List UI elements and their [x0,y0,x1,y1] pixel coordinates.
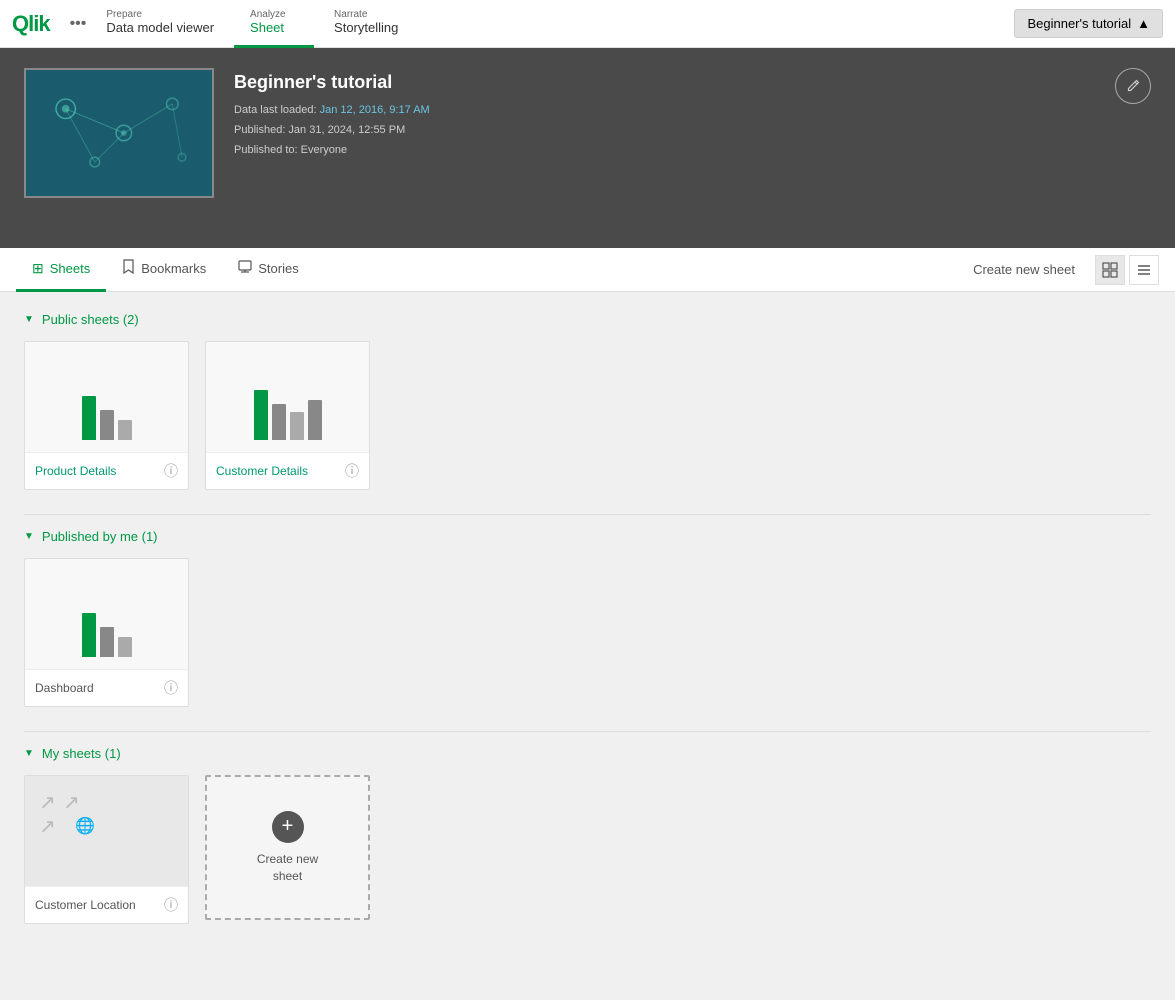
published-to: Published to: Everyone [234,141,430,161]
published-by-me-grid: Dashboard ⓘ [24,558,1151,707]
tab-stories[interactable]: Stories [222,248,314,292]
grid-icon [1102,262,1118,278]
sheet-name: Dashboard [35,681,94,695]
tab-bookmarks[interactable]: Bookmarks [106,248,222,292]
create-new-sheet-button[interactable]: Create new sheet [965,258,1083,281]
bar [82,613,96,657]
sheet-preview-product-details [25,342,188,452]
app-thumbnail [24,68,214,198]
sheet-footer-customer-details: Customer Details ⓘ [206,452,369,489]
nav-analyze[interactable]: Analyze Sheet [234,0,314,48]
sheets-icon: ⊞ [32,260,44,277]
content-area: ▼ Public sheets (2) Product Details ⓘ [0,292,1175,968]
my-sheets-grid: ↗ ↗ 🌐 ↗ Customer Location ⓘ + Create new… [24,775,1151,924]
info-icon[interactable]: ⓘ [164,895,178,915]
bar [82,396,96,440]
grid-view-button[interactable] [1095,255,1125,285]
bookmarks-icon [122,259,135,277]
section-my-sheets: ▼ My sheets (1) ↗ ↗ 🌐 ↗ Customer Locatio… [24,746,1151,924]
sheet-card-customer-location[interactable]: ↗ ↗ 🌐 ↗ Customer Location ⓘ [24,775,189,924]
chevron-down-icon: ▼ [24,531,34,542]
chevron-down-icon: ▼ [24,748,34,759]
more-options-icon[interactable]: ••• [70,15,87,33]
bar [100,410,114,440]
sheet-preview-dashboard [25,559,188,669]
section-header-my-sheets[interactable]: ▼ My sheets (1) [24,746,1151,761]
chevron-down-icon: ▼ [24,314,34,325]
nav-narrate[interactable]: Narrate Storytelling [318,0,414,48]
app-header: Beginner's tutorial Data last loaded: Ja… [0,48,1175,248]
tutorial-button[interactable]: Beginner's tutorial ▲ [1014,9,1163,38]
public-sheets-grid: Product Details ⓘ Customer Details ⓘ [24,341,1151,490]
tabs-bar: ⊞ Sheets Bookmarks Stories Create new sh… [0,248,1175,292]
list-icon [1136,262,1152,278]
bar [290,412,304,440]
bar [272,404,286,440]
sheet-card-customer-details[interactable]: Customer Details ⓘ [205,341,370,490]
sheet-preview-customer-location: ↗ ↗ 🌐 ↗ [25,776,188,886]
bar [118,420,132,440]
stories-icon [238,260,252,277]
sheet-card-product-details[interactable]: Product Details ⓘ [24,341,189,490]
export-icon-2: ↗ [63,790,80,815]
list-view-button[interactable] [1129,255,1159,285]
section-header-published-by-me[interactable]: ▼ Published by me (1) [24,529,1151,544]
plus-icon: + [272,811,304,843]
bar [254,390,268,440]
sheet-footer-product-details: Product Details ⓘ [25,452,188,489]
data-loaded-date: Data last loaded: Jan 12, 2016, 9:17 AM [234,101,430,121]
sheet-preview-customer-details [206,342,369,452]
info-icon[interactable]: ⓘ [164,461,178,481]
export-icon: ↗ [39,790,56,815]
section-published-by-me: ▼ Published by me (1) Dashboard ⓘ [24,529,1151,707]
sheet-footer-dashboard: Dashboard ⓘ [25,669,188,706]
bar [118,637,132,657]
export-icon-3: ↗ [39,814,56,839]
app-meta: Data last loaded: Jan 12, 2016, 9:17 AM … [234,101,430,160]
sheet-name: Customer Location [35,898,136,912]
create-new-sheet-label: Create newsheet [257,851,318,885]
section-public-sheets: ▼ Public sheets (2) Product Details ⓘ [24,312,1151,490]
sheet-footer-customer-location: Customer Location ⓘ [25,886,188,923]
info-icon[interactable]: ⓘ [164,678,178,698]
chevron-up-icon: ▲ [1137,16,1150,31]
info-icon[interactable]: ⓘ [345,461,359,481]
qlik-logo[interactable]: Qlik [12,11,50,37]
globe-icon: 🌐 [75,816,95,836]
tab-sheets[interactable]: ⊞ Sheets [16,248,106,292]
view-toggle [1095,255,1159,285]
bar [100,627,114,657]
app-info: Beginner's tutorial Data last loaded: Ja… [234,68,430,160]
pencil-icon [1125,78,1141,94]
published-date: Published: Jan 31, 2024, 12:55 PM [234,121,430,141]
nav-prepare[interactable]: Prepare Data model viewer [90,0,230,48]
sheet-name: Product Details [35,464,116,478]
sheet-card-dashboard[interactable]: Dashboard ⓘ [24,558,189,707]
bar [308,400,322,440]
qlik-logo-text: Qlik [12,11,50,37]
sheet-name: Customer Details [216,464,308,478]
section-header-public-sheets[interactable]: ▼ Public sheets (2) [24,312,1151,327]
top-navigation: Qlik ••• Prepare Data model viewer Analy… [0,0,1175,48]
app-title: Beginner's tutorial [234,72,430,93]
edit-button[interactable] [1115,68,1151,104]
create-new-sheet-card[interactable]: + Create newsheet [205,775,370,920]
